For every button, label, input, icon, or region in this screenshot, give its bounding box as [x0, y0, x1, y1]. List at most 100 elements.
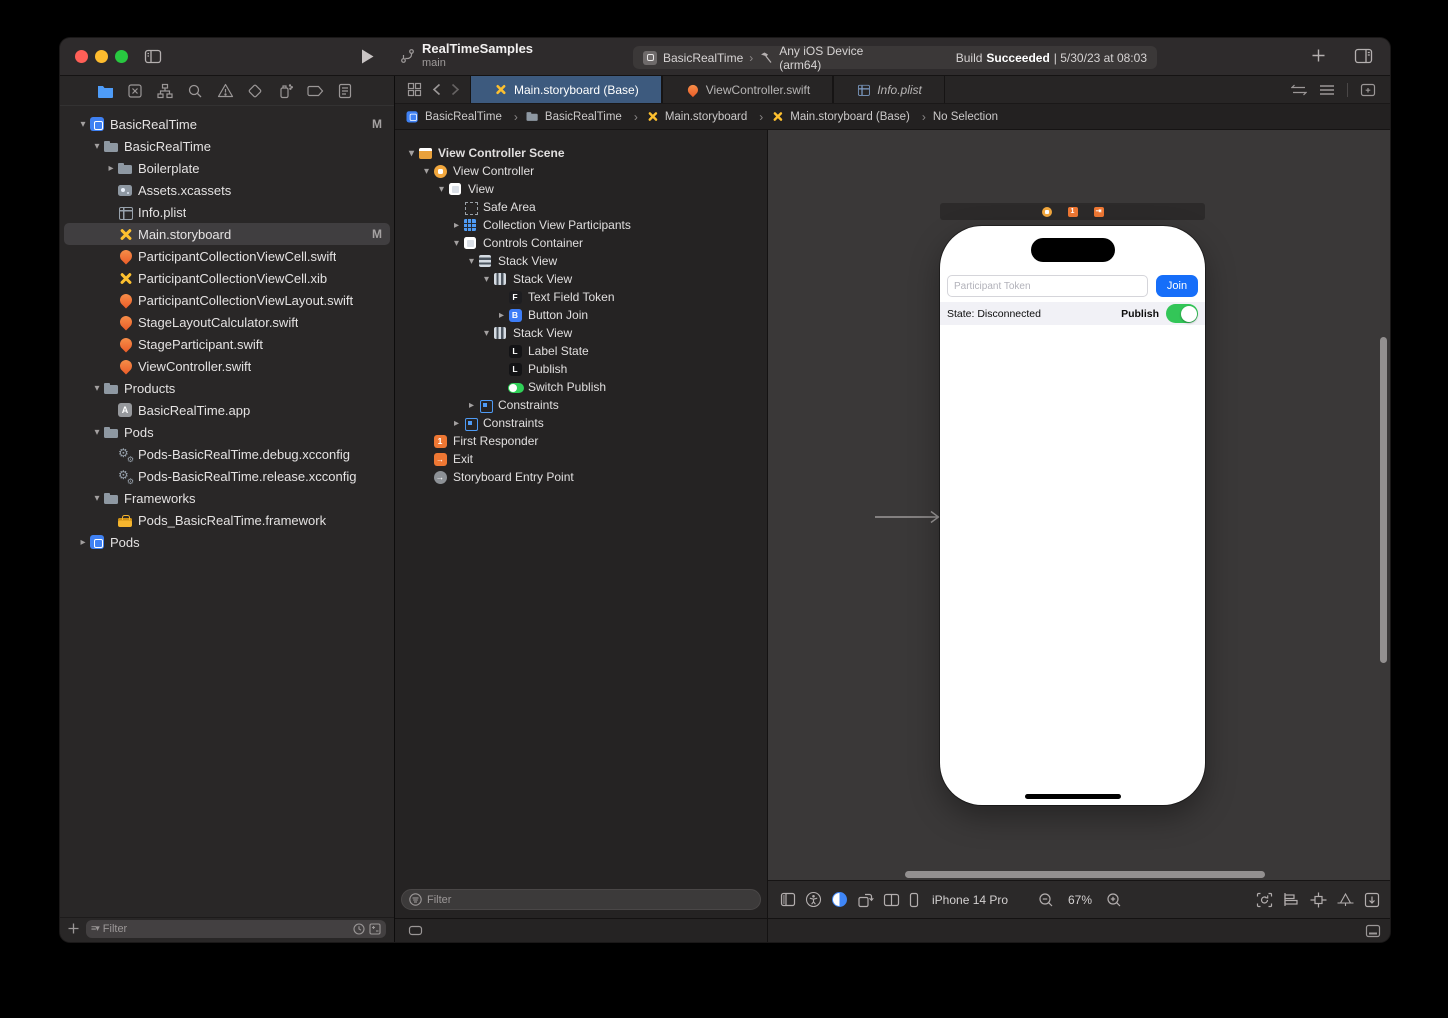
minimize-window-button[interactable]: [95, 50, 108, 63]
file-row[interactable]: Main.storyboard M: [64, 223, 390, 245]
add-file-plus-icon[interactable]: [68, 923, 79, 934]
editor-tab[interactable]: Info.plist: [833, 76, 945, 103]
outline-row[interactable]: Controls Container: [395, 234, 767, 252]
outline-row[interactable]: Safe Area: [395, 198, 767, 216]
chevron-icon[interactable]: [76, 119, 90, 130]
jump-bar-item[interactable]: Main.storyboard (Base): [770, 109, 933, 124]
forward-chevron-icon[interactable]: [451, 83, 460, 96]
search-icon[interactable]: [186, 82, 204, 100]
storyboard-entry-arrow[interactable]: [874, 509, 942, 525]
file-row[interactable]: Pods-BasicRealTime.debug.xcconfig: [64, 443, 390, 465]
participant-token-field[interactable]: Participant Token: [947, 275, 1148, 297]
editor-layout-icon[interactable]: [1354, 48, 1373, 64]
outline-row[interactable]: Collection View Participants: [395, 216, 767, 234]
chevron-icon[interactable]: [90, 383, 104, 394]
editor-tab[interactable]: Main.storyboard (Base): [470, 76, 662, 103]
exit-icon[interactable]: ⇥: [1094, 207, 1104, 217]
back-chevron-icon[interactable]: [432, 83, 441, 96]
file-row[interactable]: StageParticipant.swift: [64, 333, 390, 355]
file-row[interactable]: StageLayoutCalculator.swift: [64, 311, 390, 333]
diamond-icon[interactable]: [246, 82, 264, 100]
chevron-icon[interactable]: [90, 141, 104, 152]
file-row[interactable]: ParticipantCollectionViewCell.swift: [64, 245, 390, 267]
editor-tab[interactable]: ViewController.swift: [662, 76, 833, 103]
chevron-icon[interactable]: [90, 427, 104, 438]
outline-row[interactable]: Publish: [395, 360, 767, 378]
file-row[interactable]: Pods-BasicRealTime.release.xcconfig: [64, 465, 390, 487]
outline-row[interactable]: First Responder: [395, 432, 767, 450]
chevron-icon[interactable]: [465, 400, 478, 411]
file-row[interactable]: BasicRealTime: [64, 135, 390, 157]
hide-outline-icon[interactable]: [408, 925, 423, 936]
outline-row[interactable]: Button Join: [395, 306, 767, 324]
scm-filter-icon[interactable]: [369, 923, 381, 935]
close-window-button[interactable]: [75, 50, 88, 63]
scheme-selector[interactable]: BasicRealTime › Any iOS Device (arm64) B…: [633, 46, 1157, 69]
chevron-icon[interactable]: [480, 328, 493, 339]
chevron-icon[interactable]: [495, 310, 508, 321]
outline-row[interactable]: Constraints: [395, 396, 767, 414]
storyboard-canvas[interactable]: 1 ⇥ Participant Token: [768, 130, 1390, 880]
outline-row[interactable]: Exit: [395, 450, 767, 468]
file-row[interactable]: Products: [64, 377, 390, 399]
jump-bar-item[interactable]: BasicRealTime: [405, 109, 525, 124]
rotate-device-icon[interactable]: [857, 892, 874, 908]
chevron-icon[interactable]: [465, 256, 478, 267]
zoom-in-icon[interactable]: [1106, 892, 1122, 908]
warning-triangle-icon[interactable]: [216, 82, 234, 100]
scheme-name[interactable]: BasicRealTime: [663, 51, 743, 65]
outline-row[interactable]: Label State: [395, 342, 767, 360]
file-row[interactable]: Pods: [64, 421, 390, 443]
outline-row[interactable]: View: [395, 180, 767, 198]
appearance-toggle-icon[interactable]: [831, 891, 848, 908]
view-controller-icon[interactable]: [1042, 207, 1052, 217]
file-row[interactable]: Info.plist: [64, 201, 390, 223]
chevron-icon[interactable]: [450, 220, 463, 231]
first-responder-icon[interactable]: 1: [1068, 207, 1078, 217]
outline-row[interactable]: Stack View: [395, 252, 767, 270]
file-row[interactable]: ParticipantCollectionViewLayout.swift: [64, 289, 390, 311]
chevron-icon[interactable]: [420, 166, 433, 177]
file-row[interactable]: BasicRealTime.app: [64, 399, 390, 421]
resolve-layout-icon[interactable]: [1337, 892, 1354, 907]
file-row[interactable]: ParticipantCollectionViewCell.xib: [64, 267, 390, 289]
zoom-out-icon[interactable]: [1038, 892, 1054, 908]
accessibility-icon[interactable]: [805, 891, 822, 908]
build-status[interactable]: Build Succeeded | 5/30/23 at 08:03: [956, 51, 1147, 65]
run-destination[interactable]: Any iOS Device (arm64): [779, 44, 907, 72]
outline-row[interactable]: View Controller: [395, 162, 767, 180]
toggle-bottom-panel-icon[interactable]: [1365, 924, 1381, 938]
add-editor-icon[interactable]: [1360, 83, 1376, 97]
device-name[interactable]: iPhone 14 Pro: [932, 893, 1008, 907]
chevron-icon[interactable]: [450, 238, 463, 249]
file-row[interactable]: Pods_BasicRealTime.framework: [64, 509, 390, 531]
toggle-outline-panel-icon[interactable]: [780, 892, 796, 907]
navigator-filter-field[interactable]: ≡▾ Filter: [86, 920, 386, 938]
related-items-grid-icon[interactable]: [407, 82, 422, 97]
zoom-level[interactable]: 67%: [1068, 893, 1092, 907]
align-icon[interactable]: [1283, 892, 1300, 907]
chevron-icon[interactable]: [480, 274, 493, 285]
chevron-icon[interactable]: [104, 163, 118, 174]
file-row[interactable]: ViewController.swift: [64, 355, 390, 377]
chevron-icon[interactable]: [76, 537, 90, 548]
breakpoint-tag-icon[interactable]: [306, 82, 324, 100]
file-row[interactable]: Pods: [64, 531, 390, 553]
file-row[interactable]: BasicRealTime M: [64, 113, 390, 135]
library-plus-icon[interactable]: [1311, 48, 1326, 63]
device-icon[interactable]: [909, 892, 919, 908]
outline-row[interactable]: Constraints: [395, 414, 767, 432]
jump-bar-item[interactable]: Main.storyboard: [645, 109, 770, 124]
update-frames-icon[interactable]: [1256, 892, 1273, 908]
jump-bar-item[interactable]: BasicRealTime: [525, 109, 645, 124]
project-navigator-folder-icon[interactable]: [96, 82, 114, 100]
swap-arrows-icon[interactable]: [1291, 84, 1307, 96]
publish-switch[interactable]: [1166, 304, 1198, 323]
chevron-icon[interactable]: [90, 493, 104, 504]
filter-menu-icon[interactable]: ≡▾: [91, 923, 99, 934]
file-row[interactable]: Boilerplate: [64, 157, 390, 179]
vertical-scrollbar[interactable]: [1380, 337, 1387, 663]
chevron-icon[interactable]: [435, 184, 448, 195]
run-button[interactable]: [360, 48, 375, 65]
outline-row[interactable]: Stack View: [395, 270, 767, 288]
